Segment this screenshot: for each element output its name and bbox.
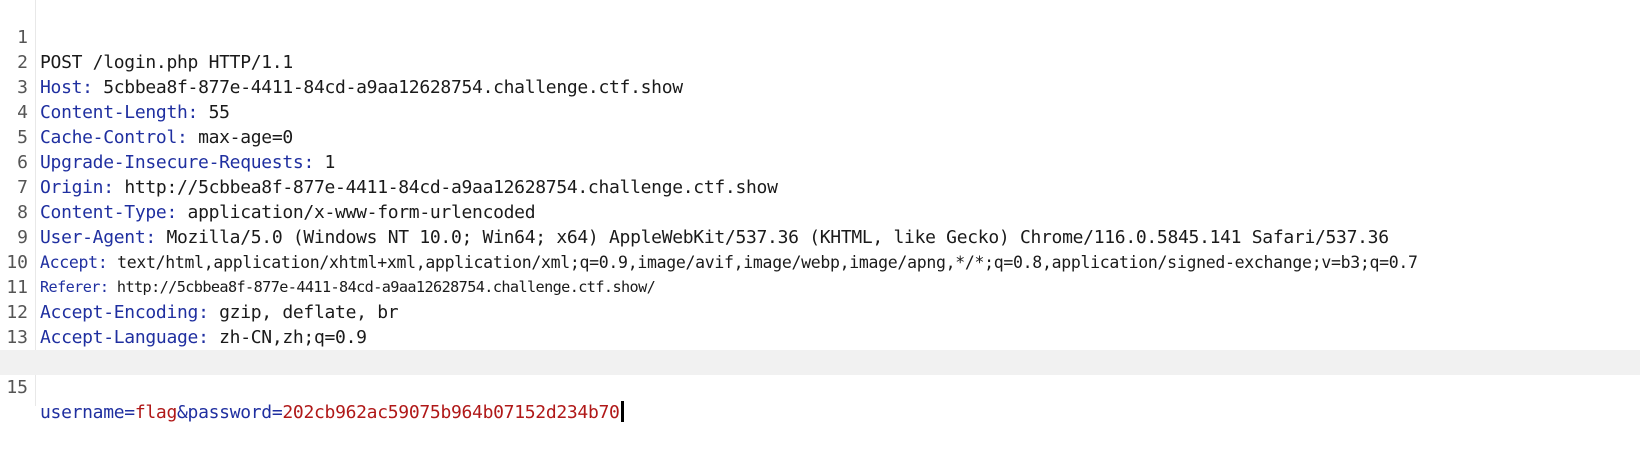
editor-line: 11 Accept-Encoding: gzip, deflate, br xyxy=(0,250,1640,323)
param-name: password xyxy=(187,402,273,423)
editor-line: 9 Accept: text/html,application/xhtml+xm… xyxy=(0,200,1640,272)
editor-line: 10 Referer: http://5cbbea8f-877e-4411-84… xyxy=(0,225,1640,296)
param-name: username xyxy=(40,402,125,423)
param-value: 202cb962ac59075b964b07152d234b70 xyxy=(282,402,620,423)
line-number: 15 xyxy=(6,377,28,398)
editor-line: 14 xyxy=(0,325,1640,373)
editor-line: 4 Cache-Control: max-age=0 xyxy=(0,75,1640,148)
editor-line: 1 POST /login.php HTTP/1.1 xyxy=(0,0,1640,73)
editor-line: 3 Content-Length: 55 xyxy=(0,50,1640,123)
editor-line: 6 Origin: http://5cbbea8f-877e-4411-84cd… xyxy=(0,125,1640,198)
editor-line: 7 Content-Type: application/x-www-form-u… xyxy=(0,150,1640,223)
request-body[interactable]: username=flag&password=202cb962ac59075b9… xyxy=(40,400,624,425)
editor-line: 13 Connection: close xyxy=(0,300,1640,373)
editor-line: 5 Upgrade-Insecure-Requests: 1 xyxy=(0,100,1640,173)
editor-line: 12 Accept-Language: zh-CN,zh;q=0.9 xyxy=(0,275,1640,348)
param-value: flag xyxy=(134,402,177,423)
editor-line: 2 Host: 5cbbea8f-877e-4411-84cd-a9aa1262… xyxy=(0,25,1640,98)
editor-line-current: 15 username=flag&password=202cb962ac5907… xyxy=(0,350,1640,423)
http-request-editor[interactable]: 1 POST /login.php HTTP/1.1 2 Host: 5cbbe… xyxy=(0,0,1640,423)
editor-line: 8 User-Agent: Mozilla/5.0 (Windows NT 10… xyxy=(0,175,1640,248)
text-cursor xyxy=(620,401,624,422)
